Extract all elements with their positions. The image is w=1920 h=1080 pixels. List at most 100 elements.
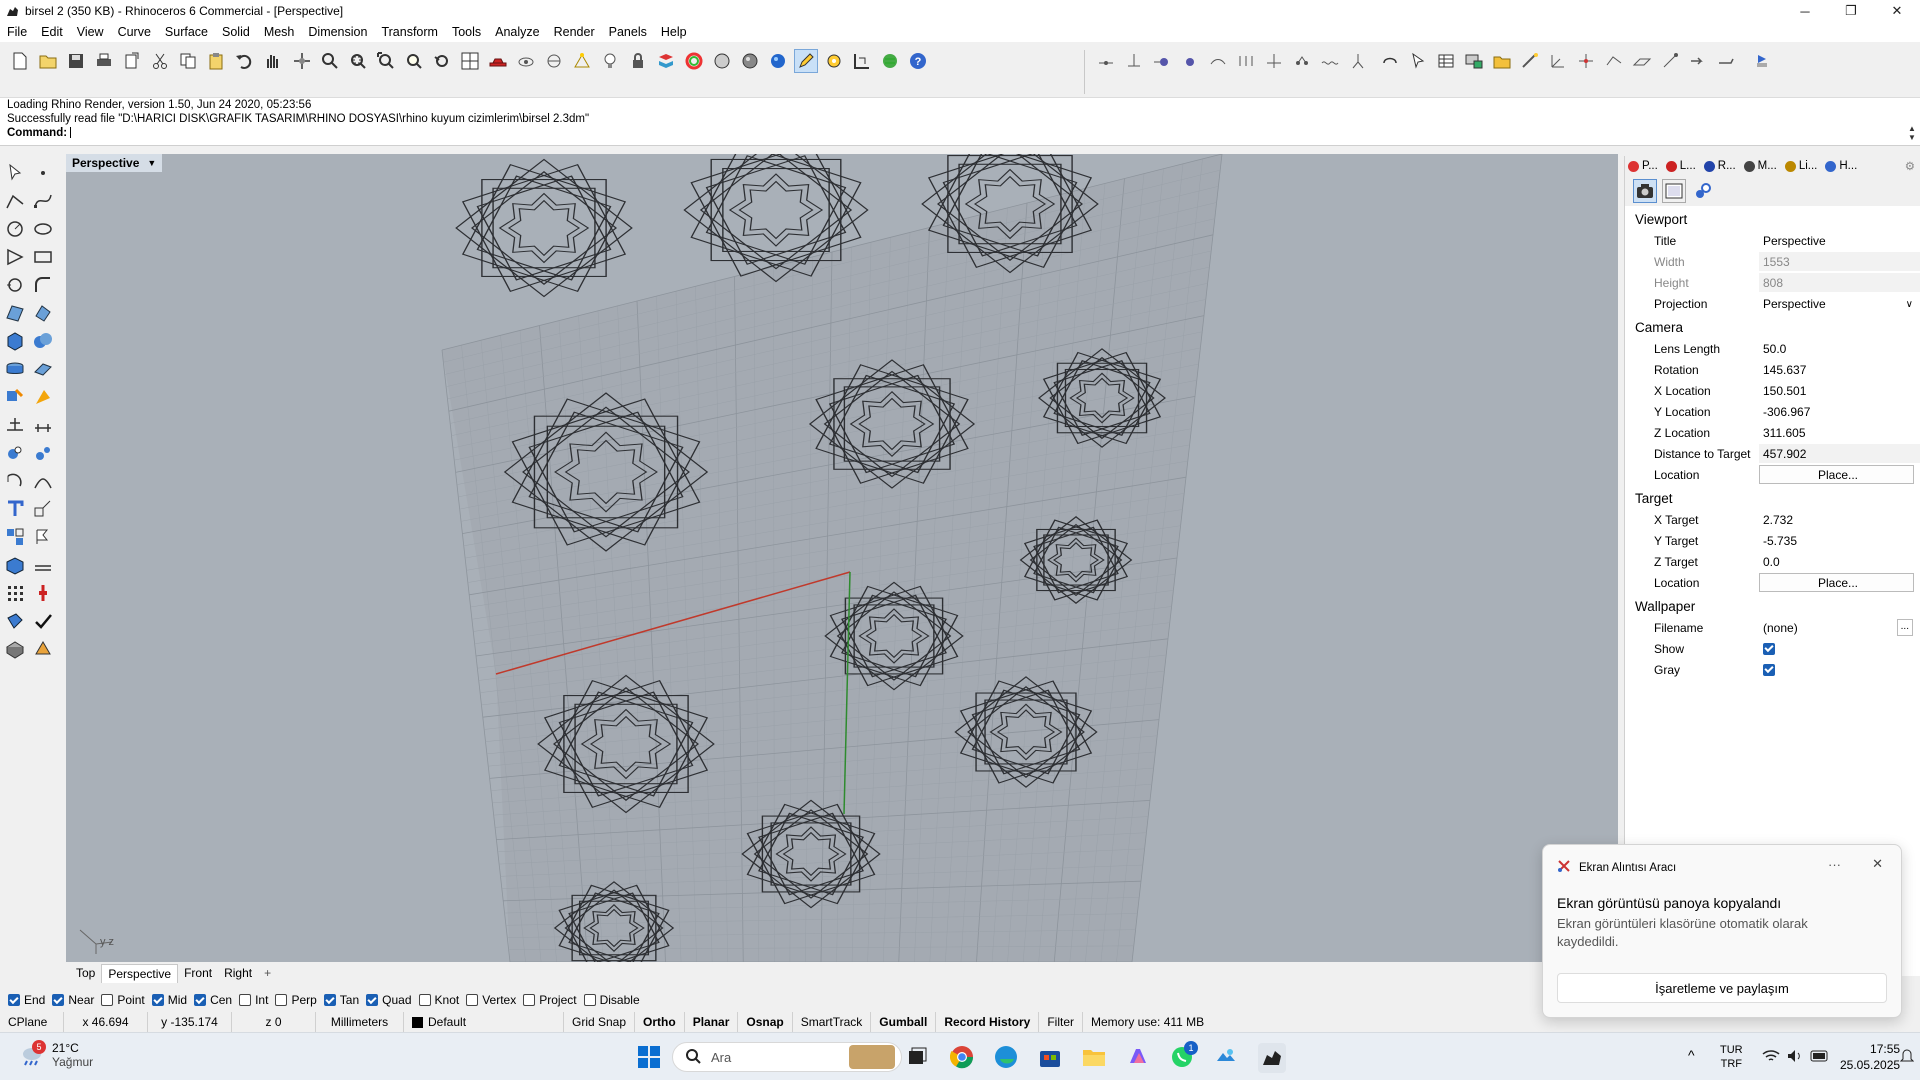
tab-top[interactable]: Top <box>70 964 101 982</box>
menu-file[interactable]: File <box>0 25 34 39</box>
circle-arrow-icon[interactable] <box>1150 49 1174 73</box>
layer-icon[interactable] <box>654 49 678 73</box>
osnap-vertex-checkbox[interactable]: Vertex <box>466 993 516 1007</box>
boolean-union-icon[interactable] <box>30 328 56 354</box>
table-icon[interactable] <box>1434 49 1458 73</box>
camera-view-icon[interactable] <box>1633 179 1657 203</box>
osnap-mid-checkbox[interactable]: Mid <box>151 993 187 1007</box>
file-explorer-icon[interactable] <box>1082 1045 1106 1072</box>
menu-tools[interactable]: Tools <box>445 25 488 39</box>
checkbox-box[interactable] <box>523 994 536 1006</box>
photos-icon[interactable] <box>1214 1045 1238 1072</box>
menu-render[interactable]: Render <box>547 25 602 39</box>
osnap-int-checkbox[interactable]: Int <box>239 993 268 1007</box>
osnap-disable-checkbox[interactable]: Disable <box>583 993 640 1007</box>
copilot-icon[interactable] <box>1126 1045 1150 1072</box>
mesh-plane-icon[interactable] <box>30 552 56 578</box>
menu-solid[interactable]: Solid <box>215 25 257 39</box>
filename-field[interactable]: (none)... <box>1759 618 1920 637</box>
osnap-point-checkbox[interactable]: Point <box>101 993 145 1007</box>
select-arrow-icon[interactable] <box>2 160 28 186</box>
status-toggle-planar[interactable]: Planar <box>685 1012 739 1032</box>
polygon-icon[interactable] <box>2 244 28 270</box>
render-tools-icon[interactable] <box>30 384 56 410</box>
volume-icon[interactable] <box>1786 1048 1804 1067</box>
command-prompt[interactable]: Command: <box>0 126 1920 140</box>
store-icon[interactable] <box>1038 1045 1062 1072</box>
osnap-project-checkbox[interactable]: Project <box>523 993 577 1007</box>
panel-tab-5[interactable]: H... <box>1822 160 1860 172</box>
tripod-icon[interactable] <box>1346 49 1370 73</box>
grid-point-icon[interactable] <box>1234 49 1258 73</box>
status-toggle-ortho[interactable]: Ortho <box>635 1012 685 1032</box>
polyline-icon[interactable] <box>2 188 28 214</box>
status-toggle-grid-snap[interactable]: Grid Snap <box>564 1012 636 1032</box>
clock[interactable]: 17:55 25.05.2025 <box>1840 1041 1900 1073</box>
extrude-icon[interactable] <box>2 356 28 382</box>
add-viewport-tab-icon[interactable]: + <box>258 964 277 982</box>
menu-edit[interactable]: Edit <box>34 25 70 39</box>
osnap-end-checkbox[interactable]: End <box>8 993 45 1007</box>
weather-widget[interactable]: 5 21°C Yağmur <box>18 1040 93 1069</box>
tab-front[interactable]: Front <box>178 964 218 982</box>
lock-icon[interactable] <box>626 49 650 73</box>
color-wheel-icon[interactable] <box>682 49 706 73</box>
vector-tool-icon[interactable] <box>1122 49 1146 73</box>
transform-icon[interactable] <box>1602 49 1626 73</box>
drag-mode-icon[interactable] <box>1750 49 1774 73</box>
tab-right[interactable]: Right <box>218 964 258 982</box>
open-folder-icon[interactable] <box>36 49 60 73</box>
scale-tool-icon[interactable] <box>30 496 56 522</box>
cplane-icon[interactable] <box>542 49 566 73</box>
new-file-icon[interactable] <box>8 49 32 73</box>
paint-bucket-icon[interactable] <box>2 608 28 634</box>
maximize-button[interactable]: ❐ <box>1828 0 1874 22</box>
help-icon[interactable]: ? <box>906 49 930 73</box>
target-place-button[interactable]: Place... <box>1759 573 1914 592</box>
command-scroll-down-icon[interactable]: ▼ <box>1908 133 1918 142</box>
panel-tab-4[interactable]: Li... <box>1782 160 1821 172</box>
distance-to-target-field[interactable]: 457.902 <box>1759 444 1920 463</box>
checkbox-box[interactable] <box>366 994 379 1006</box>
globe-icon[interactable] <box>878 49 902 73</box>
osnap-perp-checkbox[interactable]: Perp <box>275 993 317 1007</box>
analyze-tools-icon[interactable] <box>30 440 56 466</box>
menu-dimension[interactable]: Dimension <box>301 25 374 39</box>
menu-help[interactable]: Help <box>654 25 694 39</box>
checkbox-box[interactable] <box>583 994 596 1006</box>
named-view-icon[interactable] <box>514 49 538 73</box>
four-viewports-icon[interactable] <box>458 49 482 73</box>
paste-icon[interactable] <box>204 49 228 73</box>
gray-checkbox[interactable] <box>1759 660 1920 679</box>
star-pattern[interactable] <box>455 158 633 298</box>
light-bulb-icon[interactable] <box>598 49 622 73</box>
osnap-quad-checkbox[interactable]: Quad <box>366 993 412 1007</box>
checkbox-box[interactable] <box>323 994 336 1006</box>
y-location-field[interactable]: -306.967 <box>1759 402 1920 421</box>
sphere-point-icon[interactable] <box>1178 49 1202 73</box>
perspective-viewport[interactable]: Perspective ▼ y z <box>66 154 1618 962</box>
z-location-field[interactable]: 311.605 <box>1759 423 1920 442</box>
checkbox-box[interactable] <box>275 994 288 1006</box>
solid-edit-icon[interactable] <box>2 552 28 578</box>
toast-close-icon[interactable]: ✕ <box>1872 856 1883 872</box>
panel-settings-gear-icon[interactable]: ⚙ <box>1902 159 1918 173</box>
layer-selector[interactable]: Default <box>404 1012 564 1032</box>
close-button[interactable]: ✕ <box>1874 0 1920 22</box>
osnap-near-checkbox[interactable]: Near <box>52 993 94 1007</box>
menu-view[interactable]: View <box>70 25 111 39</box>
panel-tab-0[interactable]: P... <box>1625 160 1661 172</box>
browse-button[interactable]: ... <box>1896 619 1913 636</box>
arrow-transform-icon[interactable] <box>1686 49 1710 73</box>
checkbox-box[interactable] <box>466 994 479 1006</box>
zoom-icon[interactable] <box>318 49 342 73</box>
orient-icon[interactable] <box>1714 49 1738 73</box>
lens-length-field[interactable]: 50.0 <box>1759 339 1920 358</box>
notification-bell-icon[interactable] <box>1899 1049 1915 1068</box>
title-field[interactable]: Perspective <box>1759 231 1920 250</box>
circle-icon[interactable] <box>2 216 28 242</box>
viewport-menu-dropdown-icon[interactable]: ▼ <box>147 158 156 168</box>
export-icon[interactable] <box>120 49 144 73</box>
point-tool-icon[interactable] <box>1094 49 1118 73</box>
menu-mesh[interactable]: Mesh <box>257 25 302 39</box>
